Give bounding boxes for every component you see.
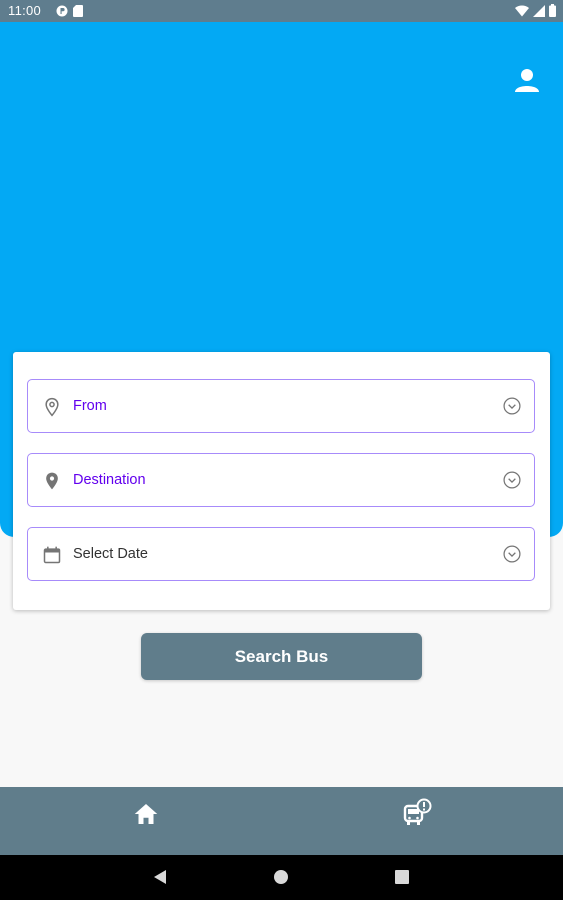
home-icon[interactable] — [131, 799, 161, 829]
bottom-nav — [0, 787, 563, 855]
status-right-icons — [515, 4, 556, 17]
notification-p-icon — [56, 5, 68, 17]
back-icon[interactable] — [153, 869, 167, 885]
bus-alert-icon[interactable] — [401, 797, 433, 829]
search-bus-button[interactable]: Search Bus — [141, 633, 422, 680]
home-circle-icon[interactable] — [273, 869, 289, 885]
status-time: 11:00 — [8, 3, 42, 18]
from-field[interactable]: From — [27, 379, 535, 433]
destination-label: Destination — [73, 472, 146, 488]
date-field[interactable]: Select Date — [27, 527, 535, 581]
wifi-icon — [515, 4, 529, 17]
battery-icon — [549, 4, 556, 17]
recents-icon[interactable] — [395, 870, 409, 884]
date-label: Select Date — [73, 546, 148, 562]
sd-card-icon — [73, 5, 83, 17]
status-bar: 11:00 — [0, 0, 563, 22]
status-left-icons — [56, 5, 83, 17]
location-filled-icon — [46, 472, 58, 490]
dropdown-circle-icon[interactable] — [502, 396, 522, 416]
from-label: From — [73, 398, 107, 414]
account-icon[interactable] — [513, 66, 541, 94]
destination-field[interactable]: Destination — [27, 453, 535, 507]
location-outline-icon — [45, 397, 59, 417]
search-card: From Destination Select Date — [13, 352, 550, 610]
system-nav-bar — [0, 855, 563, 900]
dropdown-circle-icon[interactable] — [502, 544, 522, 564]
dropdown-circle-icon[interactable] — [502, 470, 522, 490]
calendar-icon — [43, 546, 61, 564]
signal-icon — [533, 4, 545, 17]
